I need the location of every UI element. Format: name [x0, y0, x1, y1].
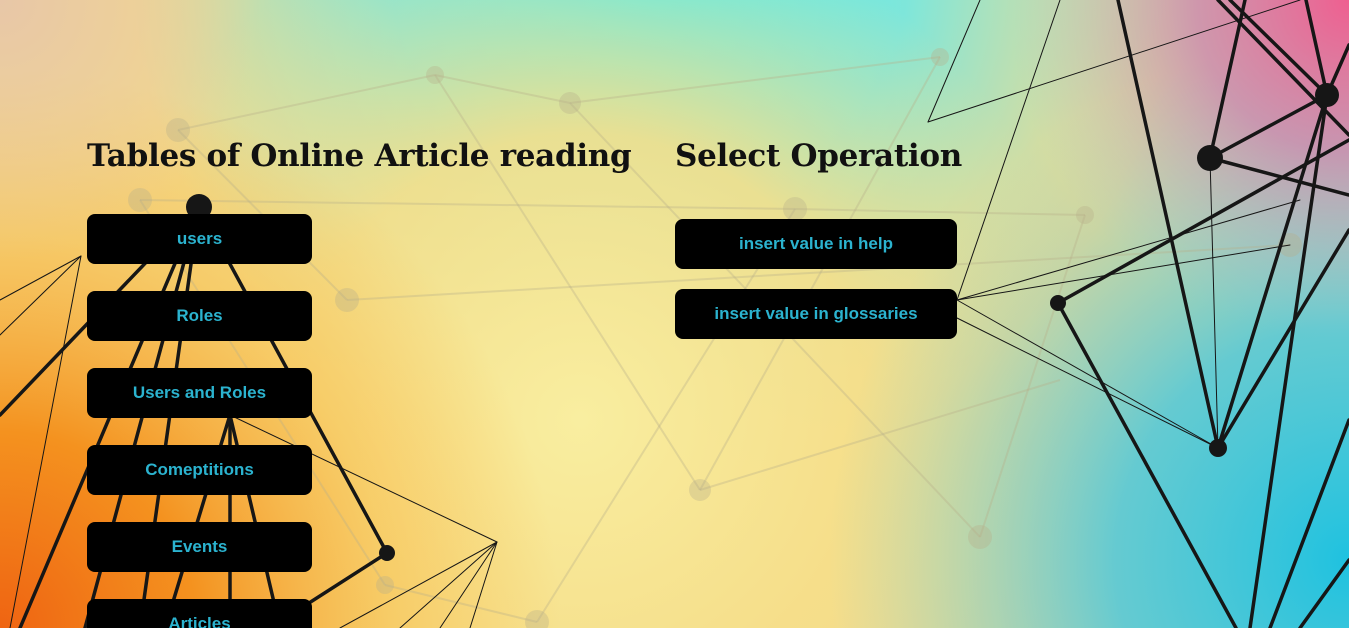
roles-button[interactable]: Roles [87, 291, 312, 341]
insert-glossaries-button[interactable]: insert value in glossaries [675, 289, 957, 339]
operations-heading: Select Operation [675, 138, 962, 174]
tables-heading: Tables of Online Article reading [87, 138, 632, 174]
articles-button[interactable]: Articles [87, 599, 312, 628]
events-button[interactable]: Events [87, 522, 312, 572]
users-and-roles-button[interactable]: Users and Roles [87, 368, 312, 418]
insert-help-button[interactable]: insert value in help [675, 219, 957, 269]
competitions-button[interactable]: Comeptitions [87, 445, 312, 495]
users-button[interactable]: users [87, 214, 312, 264]
